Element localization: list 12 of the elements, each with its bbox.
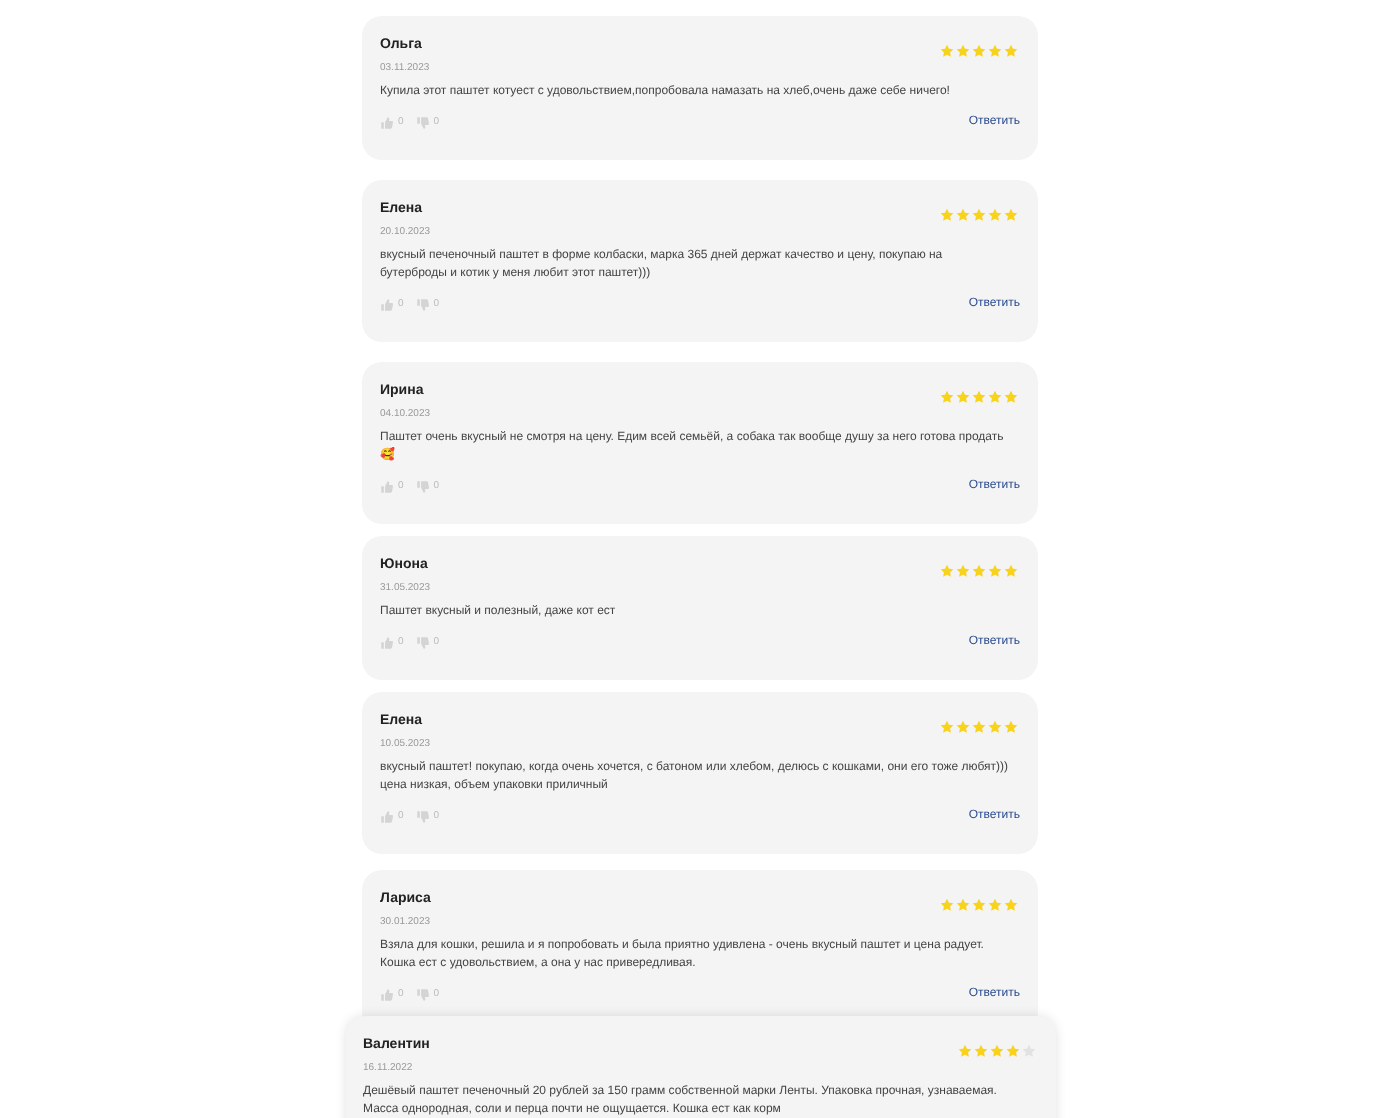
thumbs-down-icon[interactable] xyxy=(415,988,430,1002)
thumbs-up-icon[interactable] xyxy=(380,810,394,824)
thumbs-down-icon[interactable] xyxy=(415,810,430,824)
thumbs-down-icon[interactable] xyxy=(415,116,430,130)
thumbs-down-icon[interactable] xyxy=(415,636,430,650)
thumbs-up-icon[interactable] xyxy=(380,988,394,1002)
thumbs-down-icon[interactable] xyxy=(415,480,430,494)
thumbs-up-icon[interactable] xyxy=(380,480,394,494)
thumbs-down-icon[interactable] xyxy=(415,298,430,312)
thumbs-up-icon[interactable] xyxy=(380,298,394,312)
thumbs-up-icon[interactable] xyxy=(380,116,394,130)
thumbs-up-icon[interactable] xyxy=(380,636,394,650)
